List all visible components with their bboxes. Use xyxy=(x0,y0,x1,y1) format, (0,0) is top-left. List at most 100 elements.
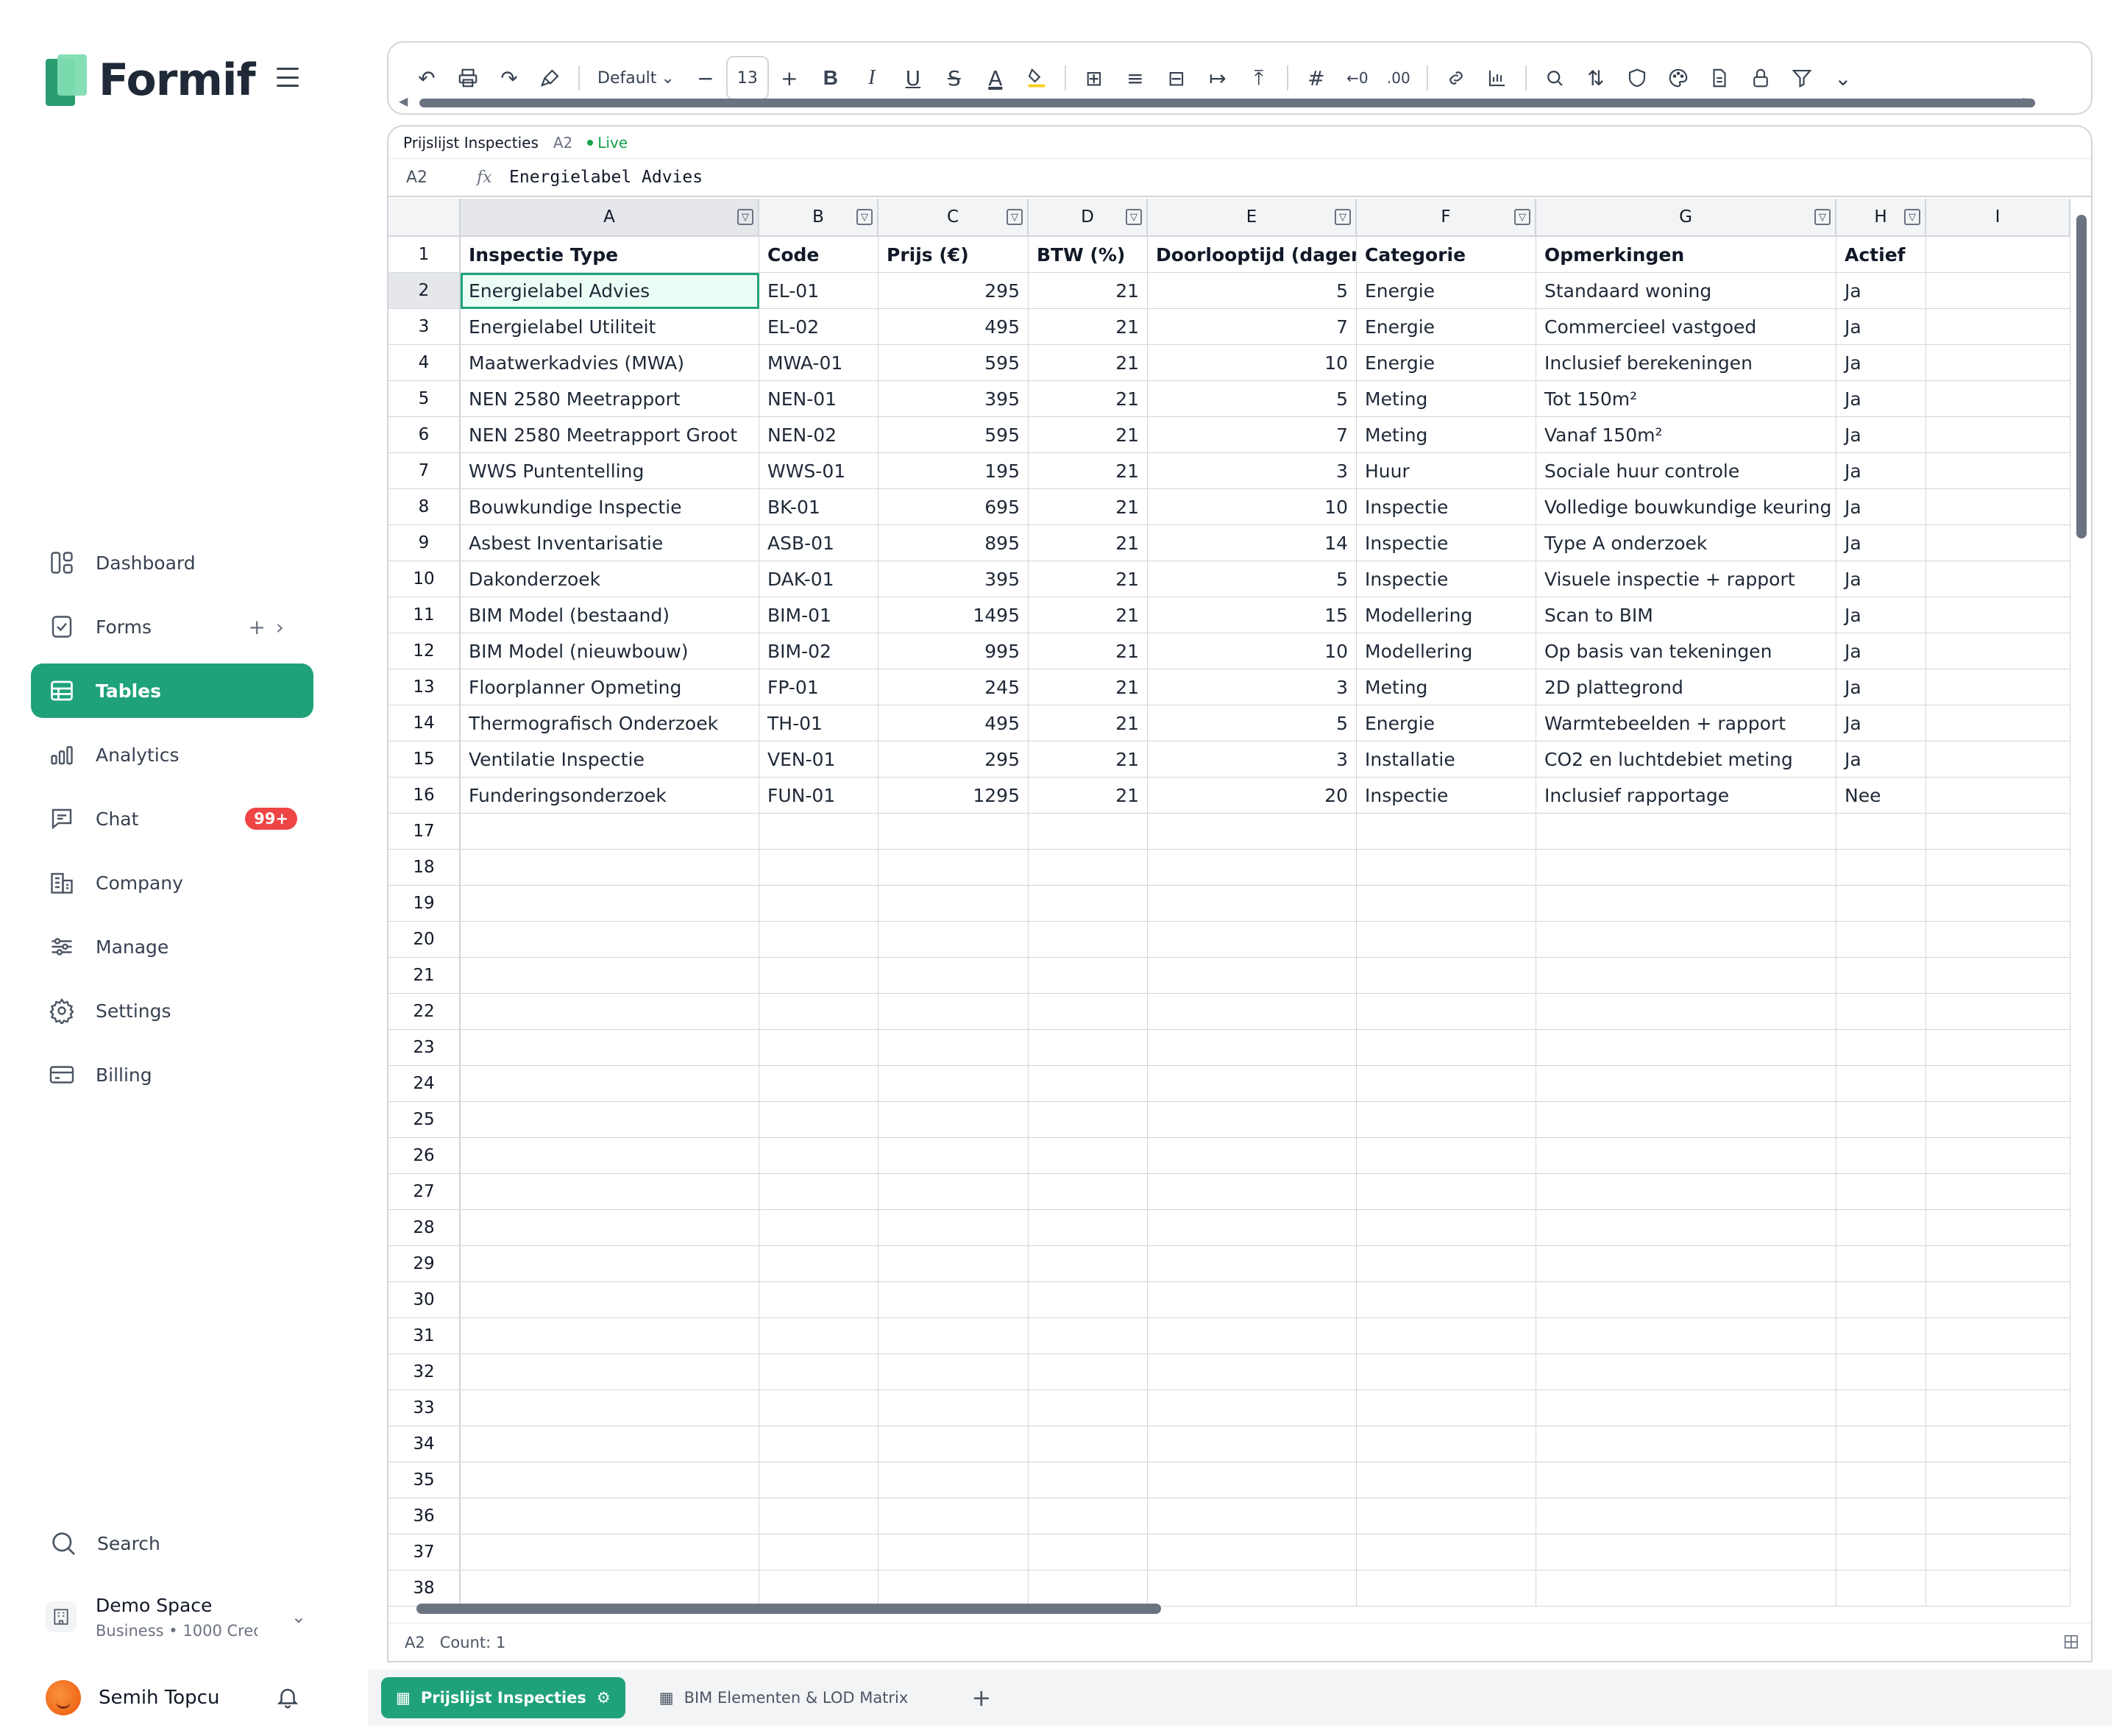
empty-cell[interactable] xyxy=(1148,1354,1357,1390)
table-cell[interactable]: 3 xyxy=(1148,669,1357,705)
empty-cell[interactable] xyxy=(1148,1282,1357,1318)
empty-cell[interactable] xyxy=(1029,850,1148,886)
sidebar-item-forms[interactable]: Forms +› xyxy=(31,600,313,654)
empty-cell[interactable] xyxy=(461,1174,759,1210)
underline-icon[interactable]: U xyxy=(892,57,934,99)
row-header[interactable]: 13 xyxy=(388,669,461,705)
empty-cell[interactable] xyxy=(1148,1390,1357,1426)
empty-cell[interactable] xyxy=(1029,1246,1148,1282)
empty-cell[interactable] xyxy=(1536,1282,1836,1318)
row-header[interactable]: 7 xyxy=(388,453,461,489)
empty-cell[interactable] xyxy=(759,1138,879,1174)
empty-cell[interactable] xyxy=(1926,453,2070,489)
empty-cell[interactable] xyxy=(1148,1498,1357,1534)
table-cell[interactable]: Huur xyxy=(1357,453,1536,489)
empty-cell[interactable] xyxy=(461,1102,759,1138)
empty-cell[interactable] xyxy=(1836,1138,1926,1174)
search-icon[interactable] xyxy=(1534,57,1575,99)
table-cell[interactable]: Inclusief rapportage xyxy=(1536,778,1836,814)
row-header[interactable]: 20 xyxy=(388,922,461,958)
empty-cell[interactable] xyxy=(461,994,759,1030)
empty-cell[interactable] xyxy=(1926,814,2070,850)
header-cell[interactable]: Prijs (€) xyxy=(879,237,1029,273)
table-cell[interactable]: Bouwkundige Inspectie xyxy=(461,489,759,525)
row-header[interactable]: 17 xyxy=(388,814,461,850)
table-cell[interactable]: 595 xyxy=(879,417,1029,453)
column-header-i[interactable]: I xyxy=(1926,199,2070,237)
table-cell[interactable]: Ja xyxy=(1836,633,1926,669)
horizontal-scroll-thumb[interactable] xyxy=(416,1604,1161,1614)
empty-cell[interactable] xyxy=(1536,922,1836,958)
empty-cell[interactable] xyxy=(759,850,879,886)
fill-color-icon[interactable] xyxy=(1016,57,1057,99)
empty-cell[interactable] xyxy=(879,958,1029,994)
empty-cell[interactable] xyxy=(1836,1498,1926,1534)
row-header[interactable]: 9 xyxy=(388,525,461,561)
header-cell[interactable]: Inspectie Type xyxy=(461,237,759,273)
empty-cell[interactable] xyxy=(461,886,759,922)
empty-cell[interactable] xyxy=(1926,886,2070,922)
row-header[interactable]: 8 xyxy=(388,489,461,525)
empty-cell[interactable] xyxy=(1357,1030,1536,1066)
empty-cell[interactable] xyxy=(1029,1498,1148,1534)
table-cell[interactable]: Ja xyxy=(1836,561,1926,597)
table-cell[interactable]: Ja xyxy=(1836,453,1926,489)
empty-cell[interactable] xyxy=(1836,1354,1926,1390)
table-cell[interactable]: Ja xyxy=(1836,741,1926,778)
empty-cell[interactable] xyxy=(1926,669,2070,705)
palette-icon[interactable] xyxy=(1658,57,1699,99)
row-header[interactable]: 25 xyxy=(388,1102,461,1138)
empty-cell[interactable] xyxy=(1357,1138,1536,1174)
empty-cell[interactable] xyxy=(1148,1462,1357,1498)
table-cell[interactable]: BK-01 xyxy=(759,489,879,525)
empty-cell[interactable] xyxy=(1926,1462,2070,1498)
empty-cell[interactable] xyxy=(1836,958,1926,994)
chart-icon[interactable] xyxy=(1477,57,1518,99)
empty-cell[interactable] xyxy=(1029,1534,1148,1570)
table-cell[interactable]: Energie xyxy=(1357,345,1536,381)
empty-cell[interactable] xyxy=(461,1246,759,1282)
empty-cell[interactable] xyxy=(1836,850,1926,886)
empty-cell[interactable] xyxy=(461,1354,759,1390)
empty-cell[interactable] xyxy=(1536,1246,1836,1282)
empty-cell[interactable] xyxy=(1148,1246,1357,1282)
table-cell[interactable]: 21 xyxy=(1029,417,1148,453)
row-header[interactable]: 36 xyxy=(388,1498,461,1534)
table-cell[interactable]: Inclusief berekeningen xyxy=(1536,345,1836,381)
table-cell[interactable]: Sociale huur controle xyxy=(1536,453,1836,489)
empty-cell[interactable] xyxy=(879,922,1029,958)
row-header[interactable]: 30 xyxy=(388,1282,461,1318)
add-sheet-icon[interactable]: + xyxy=(971,1684,991,1712)
italic-icon[interactable]: I xyxy=(851,57,892,99)
empty-cell[interactable] xyxy=(1926,597,2070,633)
empty-cell[interactable] xyxy=(1836,922,1926,958)
empty-cell[interactable] xyxy=(461,1318,759,1354)
empty-cell[interactable] xyxy=(1836,886,1926,922)
decrease-font-size-icon[interactable]: − xyxy=(685,57,726,99)
space-switcher[interactable]: Demo Space Business • 1000 Credits ⌄ xyxy=(46,1587,310,1646)
empty-cell[interactable] xyxy=(1357,850,1536,886)
table-cell[interactable]: Thermografisch Onderzoek xyxy=(461,705,759,741)
empty-cell[interactable] xyxy=(1148,994,1357,1030)
text-rotate-icon[interactable]: ⤒ xyxy=(1238,57,1279,99)
empty-cell[interactable] xyxy=(1148,814,1357,850)
vertical-scroll-thumb[interactable] xyxy=(2076,215,2087,538)
table-cell[interactable]: WWS Puntentelling xyxy=(461,453,759,489)
table-cell[interactable]: 2D plattegrond xyxy=(1536,669,1836,705)
chevron-down-icon[interactable]: ⌄ xyxy=(1822,57,1864,99)
empty-cell[interactable] xyxy=(1536,1462,1836,1498)
table-cell[interactable]: 21 xyxy=(1029,633,1148,669)
table-cell[interactable]: Ja xyxy=(1836,705,1926,741)
empty-cell[interactable] xyxy=(461,1066,759,1102)
empty-cell[interactable] xyxy=(1926,1390,2070,1426)
table-cell[interactable]: CO2 en luchtdebiet meting xyxy=(1536,741,1836,778)
empty-cell[interactable] xyxy=(1029,958,1148,994)
borders-icon[interactable]: ⊞ xyxy=(1073,57,1115,99)
table-cell[interactable]: 7 xyxy=(1148,417,1357,453)
empty-cell[interactable] xyxy=(759,1102,879,1138)
menu-toggle-icon[interactable] xyxy=(277,68,299,87)
row-header[interactable]: 5 xyxy=(388,381,461,417)
empty-cell[interactable] xyxy=(1926,633,2070,669)
table-cell[interactable]: Ja xyxy=(1836,381,1926,417)
empty-cell[interactable] xyxy=(1029,1030,1148,1066)
